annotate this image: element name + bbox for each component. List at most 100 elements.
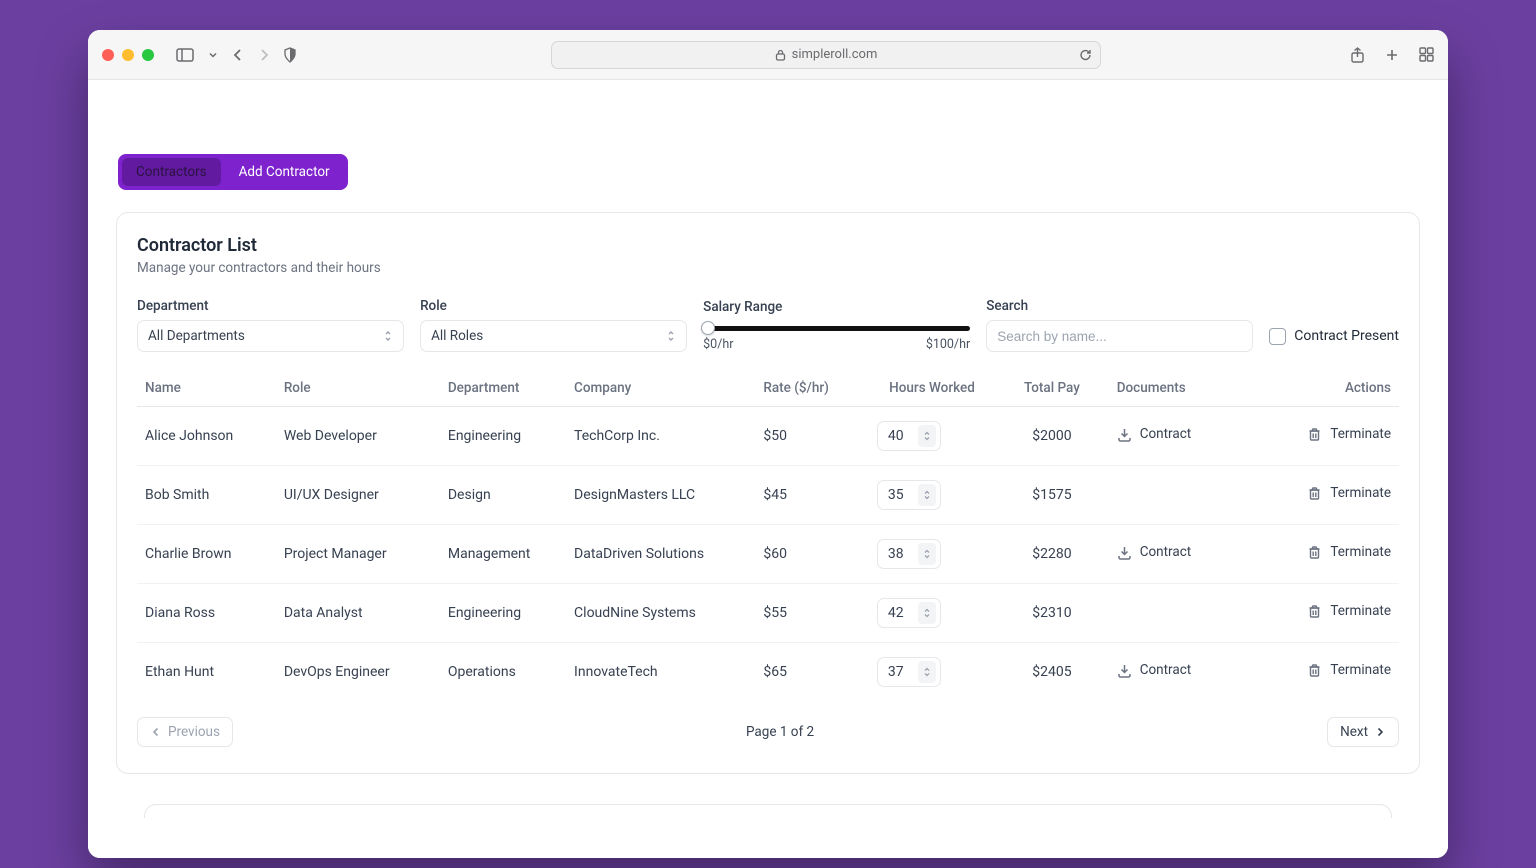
stepper-icon[interactable]	[918, 661, 936, 683]
salary-max: $100/hr	[926, 337, 970, 352]
maximize-window-button[interactable]	[142, 49, 154, 61]
trash-icon	[1307, 545, 1322, 560]
contract-present-checkbox[interactable]	[1269, 328, 1286, 345]
tab-add-contractor[interactable]: Add Contractor	[225, 158, 344, 186]
tab-group: Contractors Add Contractor	[118, 154, 348, 190]
cell-name: Diana Ross	[137, 584, 276, 643]
cell-actions: Terminate	[1260, 466, 1399, 525]
next-card-peek	[144, 804, 1392, 818]
hours-stepper[interactable]: 37	[877, 657, 941, 687]
cell-name: Bob Smith	[137, 466, 276, 525]
cell-role: DevOps Engineer	[276, 643, 440, 702]
hours-stepper[interactable]: 38	[877, 539, 941, 569]
minimize-window-button[interactable]	[122, 49, 134, 61]
terminate-button[interactable]: Terminate	[1307, 544, 1391, 560]
cell-department: Engineering	[440, 584, 566, 643]
col-total: Total Pay	[995, 370, 1109, 407]
cell-total: $2280	[995, 525, 1109, 584]
reload-icon[interactable]	[1079, 48, 1092, 61]
stepper-icon[interactable]	[918, 543, 936, 565]
salary-slider[interactable]	[703, 321, 970, 335]
cell-documents	[1109, 466, 1260, 525]
hours-value: 37	[888, 664, 904, 680]
cell-company: TechCorp Inc.	[566, 407, 755, 466]
hours-stepper[interactable]: 35	[877, 480, 941, 510]
table-row: Alice JohnsonWeb DeveloperEngineeringTec…	[137, 407, 1399, 466]
terminate-label: Terminate	[1330, 662, 1391, 678]
col-name: Name	[137, 370, 276, 407]
search-filter: Search	[986, 298, 1253, 352]
col-rate: Rate ($/hr)	[755, 370, 869, 407]
previous-button[interactable]: Previous	[137, 717, 233, 747]
trash-icon	[1307, 427, 1322, 442]
terminate-button[interactable]: Terminate	[1307, 485, 1391, 501]
cell-actions: Terminate	[1260, 525, 1399, 584]
trash-icon	[1307, 663, 1322, 678]
cell-name: Ethan Hunt	[137, 643, 276, 702]
cell-total: $1575	[995, 466, 1109, 525]
stepper-icon[interactable]	[918, 602, 936, 624]
cell-hours: 42	[869, 584, 995, 643]
download-icon	[1117, 545, 1132, 560]
download-contract-button[interactable]: Contract	[1117, 544, 1192, 560]
forward-button[interactable]	[258, 48, 270, 62]
cell-rate: $50	[755, 407, 869, 466]
hours-stepper[interactable]: 40	[877, 421, 941, 451]
stepper-icon[interactable]	[918, 484, 936, 506]
terminate-button[interactable]: Terminate	[1307, 662, 1391, 678]
cell-company: InnovateTech	[566, 643, 755, 702]
terminate-button[interactable]: Terminate	[1307, 426, 1391, 442]
department-select[interactable]: All Departments	[137, 320, 404, 352]
pagination: Previous Page 1 of 2 Next	[137, 717, 1399, 747]
cell-actions: Terminate	[1260, 584, 1399, 643]
next-button[interactable]: Next	[1327, 717, 1399, 747]
terminate-label: Terminate	[1330, 603, 1391, 619]
role-filter: Role All Roles	[420, 298, 687, 352]
terminate-button[interactable]: Terminate	[1307, 603, 1391, 619]
browser-window: simpleroll.com Contractors Add Cont	[88, 30, 1448, 858]
cell-hours: 40	[869, 407, 995, 466]
contract-present-filter: Contract Present	[1269, 320, 1399, 352]
contractors-table: Name Role Department Company Rate ($/hr)…	[137, 370, 1399, 701]
tab-contractors[interactable]: Contractors	[122, 158, 221, 186]
cell-rate: $55	[755, 584, 869, 643]
tab-overview-icon[interactable]	[1419, 47, 1434, 63]
cell-documents	[1109, 584, 1260, 643]
back-button[interactable]	[232, 48, 244, 62]
cell-actions: Terminate	[1260, 643, 1399, 702]
sidebar-toggle-icon[interactable]	[176, 48, 194, 62]
trash-icon	[1307, 486, 1322, 501]
chevron-right-icon	[1374, 726, 1386, 738]
next-label: Next	[1340, 724, 1368, 740]
page-body: Contractors Add Contractor Contractor Li…	[88, 128, 1448, 858]
role-select[interactable]: All Roles	[420, 320, 687, 352]
cell-department: Engineering	[440, 407, 566, 466]
new-tab-icon[interactable]	[1385, 47, 1399, 63]
col-documents: Documents	[1109, 370, 1260, 407]
shield-icon[interactable]	[282, 47, 298, 63]
role-value: All Roles	[431, 328, 483, 344]
table-row: Ethan HuntDevOps EngineerOperationsInnov…	[137, 643, 1399, 702]
contract-present-label: Contract Present	[1294, 328, 1399, 344]
share-icon[interactable]	[1350, 47, 1365, 63]
cell-total: $2405	[995, 643, 1109, 702]
address-bar[interactable]: simpleroll.com	[551, 41, 1101, 69]
download-icon	[1117, 427, 1132, 442]
cell-department: Design	[440, 466, 566, 525]
cell-role: Project Manager	[276, 525, 440, 584]
department-filter: Department All Departments	[137, 298, 404, 352]
search-input[interactable]	[997, 329, 1242, 344]
cell-role: Data Analyst	[276, 584, 440, 643]
cell-role: Web Developer	[276, 407, 440, 466]
download-contract-button[interactable]: Contract	[1117, 426, 1192, 442]
hours-stepper[interactable]: 42	[877, 598, 941, 628]
stepper-icon[interactable]	[918, 425, 936, 447]
download-contract-button[interactable]: Contract	[1117, 662, 1192, 678]
close-window-button[interactable]	[102, 49, 114, 61]
slider-thumb[interactable]	[701, 321, 715, 335]
salary-filter: Salary Range $0/hr $100/hr	[703, 299, 970, 352]
hours-value: 38	[888, 546, 904, 562]
cell-rate: $65	[755, 643, 869, 702]
terminate-label: Terminate	[1330, 544, 1391, 560]
chevron-down-icon[interactable]	[208, 50, 218, 60]
